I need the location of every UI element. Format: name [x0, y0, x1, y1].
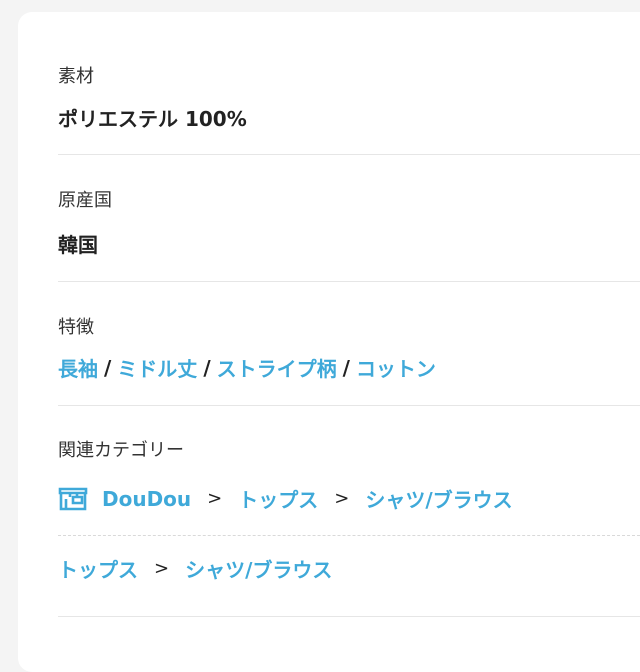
divider: [58, 281, 640, 282]
related-categories-label: 関連カテゴリー: [58, 440, 184, 461]
feature-separator: /: [104, 355, 112, 380]
origin-label: 原産国: [58, 190, 112, 211]
feature-link-midi-length[interactable]: ミドル丈: [117, 353, 197, 382]
divider: [58, 616, 640, 617]
breadcrumb-arrow: >: [207, 488, 223, 509]
divider: [58, 405, 640, 406]
material-value: ポリエステル 100%: [58, 107, 247, 131]
divider: [58, 154, 640, 155]
feature-separator: /: [203, 355, 211, 380]
breadcrumb-arrow: >: [154, 558, 170, 579]
origin-value: 韓国: [58, 233, 98, 257]
breadcrumb-arrow: >: [334, 488, 350, 509]
breadcrumb-link-shirts-blouses[interactable]: シャツ/ブラウス: [185, 554, 332, 583]
material-label: 素材: [58, 66, 94, 87]
breadcrumb-link-shirts-blouses[interactable]: シャツ/ブラウス: [365, 484, 512, 513]
shop-icon: [58, 487, 88, 511]
feature-link-long-sleeve[interactable]: 長袖: [58, 353, 98, 382]
dotted-divider: [58, 535, 640, 536]
breadcrumb-link-tops[interactable]: トップス: [238, 484, 318, 513]
features-label: 特徴: [58, 317, 94, 338]
feature-link-stripe[interactable]: ストライプ柄: [217, 353, 337, 382]
feature-separator: /: [342, 355, 350, 380]
features-list: 長袖 / ミドル丈 / ストライプ柄 / コットン: [58, 353, 436, 382]
shop-category-breadcrumb: DouDou > トップス > シャツ/ブラウス: [58, 484, 513, 513]
breadcrumb-link-shop[interactable]: DouDou: [102, 487, 191, 511]
general-category-breadcrumb: トップス > シャツ/ブラウス: [58, 554, 332, 583]
feature-link-cotton[interactable]: コットン: [356, 353, 436, 382]
breadcrumb-link-tops[interactable]: トップス: [58, 554, 138, 583]
